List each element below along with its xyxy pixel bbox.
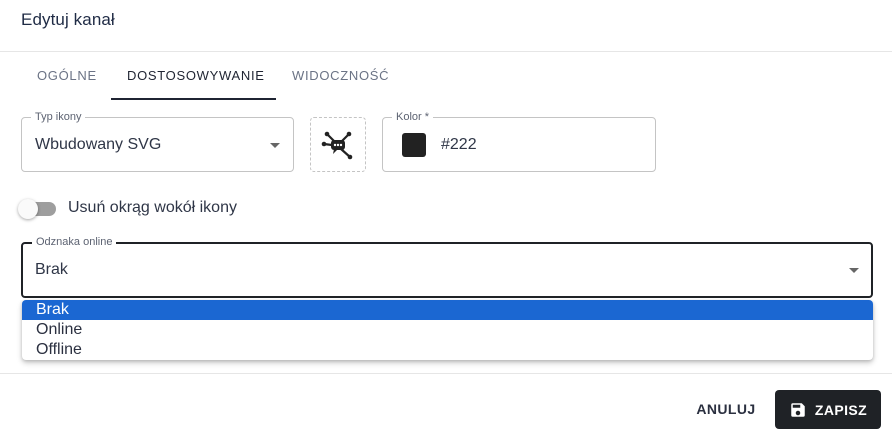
tab-customization[interactable]: DOSTOSOWYWANIE [127,68,265,83]
toggle-thumb [18,199,38,219]
tab-visibility[interactable]: WIDOCZNOŚĆ [292,68,389,83]
online-badge-label: Odznaka online [32,235,117,249]
icon-type-value: Wbudowany SVG [35,136,162,153]
icon-type-label: Typ ikony [31,110,86,124]
option-offline[interactable]: Offline [22,340,873,360]
tab-general[interactable]: OGÓLNE [37,68,97,83]
divider [0,373,892,374]
edit-channel-dialog: Edytuj kanał OGÓLNE DOSTOSOWYWANIE WIDOC… [0,0,892,440]
icon-type-select[interactable]: Typ ikony Wbudowany SVG [21,110,294,172]
tab-active-indicator [111,98,276,100]
online-badge-value: Brak [35,261,68,278]
divider [0,51,892,52]
chevron-down-icon [270,143,280,148]
save-button[interactable]: ZAPISZ [775,390,881,429]
color-field[interactable]: Kolor * #222 [382,110,656,172]
color-swatch[interactable] [402,133,426,157]
network-chat-icon [321,131,353,159]
cancel-button[interactable]: ANULUJ [690,390,762,428]
icon-picker-button[interactable] [310,117,366,172]
option-online[interactable]: Online [22,320,873,340]
color-value: #222 [441,136,477,153]
option-none[interactable]: Brak [22,300,873,320]
remove-circle-toggle[interactable] [18,199,58,219]
online-badge-dropdown: Brak Online Offline [22,300,873,360]
remove-circle-label: Usuń okrąg wokół ikony [68,199,237,216]
chevron-down-icon [849,268,859,273]
color-label: Kolor * [392,110,434,124]
dialog-title: Edytuj kanał [21,10,115,29]
floppy-disk-icon [791,402,805,417]
save-button-label: ZAPISZ [814,401,868,418]
online-badge-select[interactable]: Odznaka online Brak [21,235,873,298]
